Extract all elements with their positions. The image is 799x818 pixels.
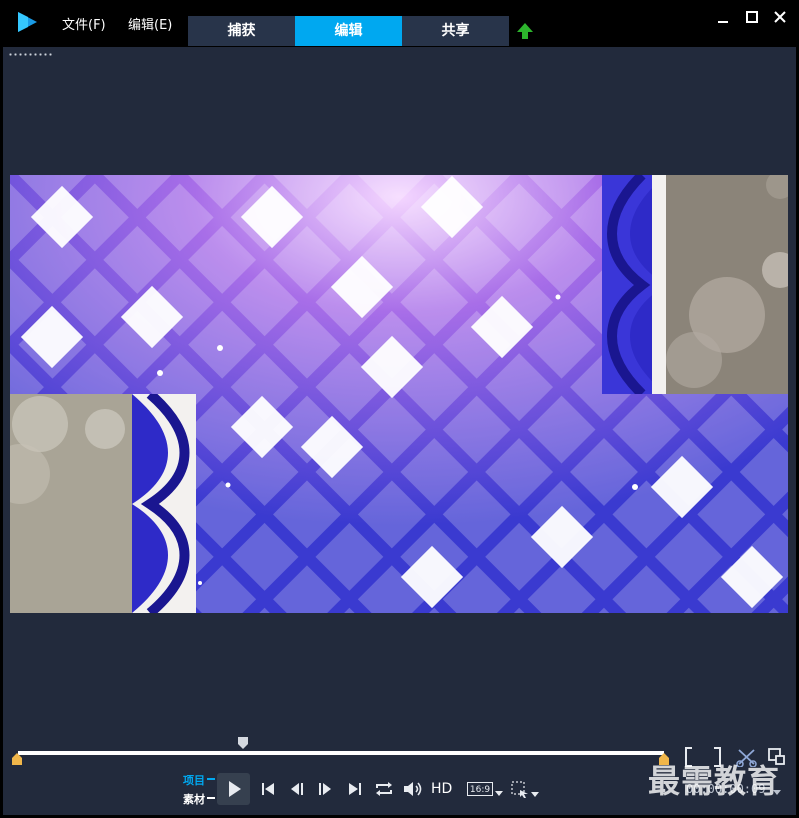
- aspect-ratio-button[interactable]: 16:9: [467, 782, 493, 796]
- playhead-handle[interactable]: [236, 736, 250, 750]
- tab-edit[interactable]: 编辑: [295, 16, 402, 46]
- minimize-icon[interactable]: [714, 10, 732, 24]
- aspect-ratio-label: 16:9: [469, 785, 491, 795]
- next-frame-icon[interactable]: [316, 781, 334, 797]
- menu-edit[interactable]: 编辑(E): [128, 14, 172, 33]
- overlay-clip-image: [602, 175, 788, 394]
- play-icon: [229, 781, 241, 797]
- go-to-end-icon[interactable]: [346, 781, 364, 797]
- overlay-clip-image: [10, 394, 196, 613]
- repeat-icon[interactable]: [374, 780, 394, 798]
- project-mode-indicator: [207, 778, 215, 780]
- tab-capture[interactable]: 捕获: [188, 16, 295, 46]
- overlay-clip-left[interactable]: [10, 394, 196, 613]
- go-to-start-icon[interactable]: [259, 781, 277, 797]
- panel-grip[interactable]: [8, 53, 54, 56]
- hd-toggle[interactable]: HD: [431, 781, 452, 797]
- play-button[interactable]: [217, 773, 250, 805]
- clip-mode-indicator: [207, 797, 215, 799]
- chevron-down-icon[interactable]: [495, 791, 503, 797]
- logo-icon: [18, 12, 37, 32]
- zoom-select-icon[interactable]: [511, 781, 529, 799]
- previous-frame-icon[interactable]: [289, 781, 307, 797]
- mark-in-handle[interactable]: [11, 752, 23, 766]
- overlay-clip-right[interactable]: [602, 175, 788, 394]
- title-bar: 文件(F) 编辑(E) 捕获 编辑 共享: [0, 0, 799, 46]
- upload-icon[interactable]: [515, 21, 535, 41]
- chevron-down-icon[interactable]: [531, 792, 539, 798]
- volume-icon[interactable]: [402, 780, 424, 798]
- menu-file[interactable]: 文件(F): [62, 14, 106, 33]
- scrubber-track[interactable]: [18, 751, 664, 755]
- tab-share[interactable]: 共享: [402, 16, 509, 46]
- maximize-icon[interactable]: [743, 10, 761, 24]
- project-mode-label[interactable]: 项目: [183, 772, 205, 788]
- close-icon[interactable]: [771, 10, 789, 24]
- watermark: 最需教育: [648, 762, 781, 800]
- clip-mode-label[interactable]: 素材: [183, 791, 205, 807]
